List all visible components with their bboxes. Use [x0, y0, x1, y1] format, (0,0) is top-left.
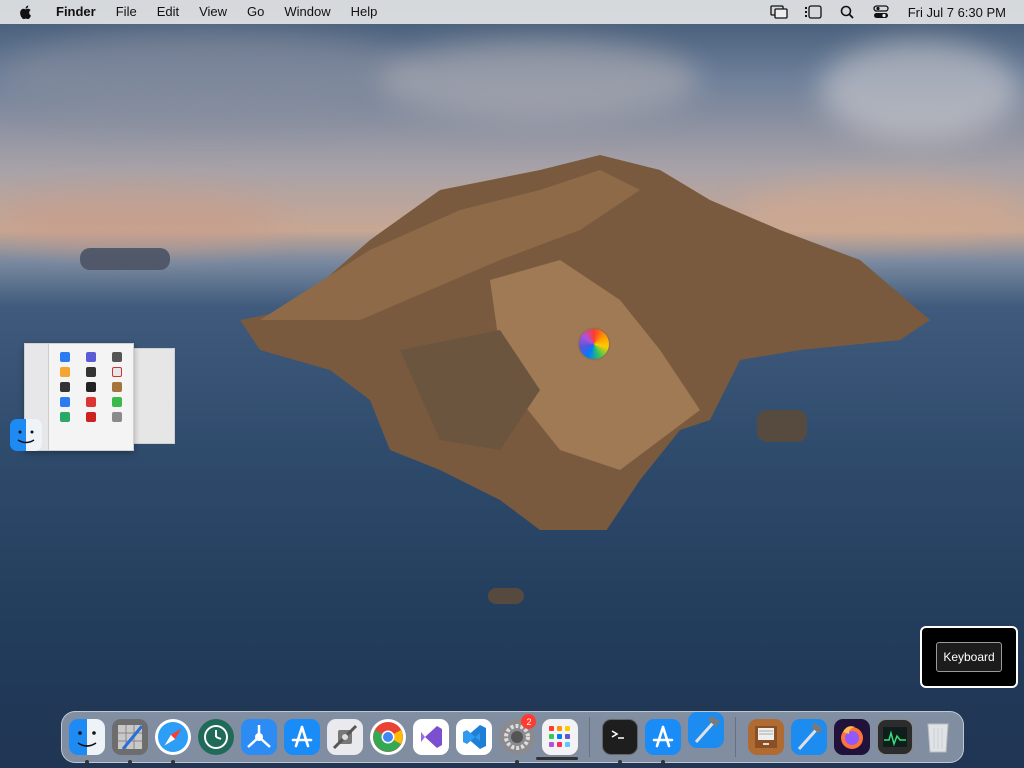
running-indicator — [660, 760, 665, 764]
app-store-icon — [284, 719, 321, 755]
activity-monitor-icon — [876, 719, 913, 755]
dock-app-store[interactable] — [281, 713, 324, 761]
dock-vscode[interactable] — [453, 713, 496, 761]
dock-xcode-2[interactable] — [787, 713, 830, 761]
script-editor-icon — [112, 719, 149, 755]
dock-trash[interactable] — [916, 713, 959, 761]
keyboard-overlay: Keyboard — [920, 626, 1018, 688]
running-indicator — [617, 760, 622, 764]
menu-go[interactable]: Go — [237, 0, 274, 24]
dock-safari[interactable] — [152, 713, 195, 764]
stage-manager-icon[interactable] — [802, 1, 824, 23]
menu-view[interactable]: View — [189, 0, 237, 24]
dock-script-editor[interactable] — [109, 713, 152, 764]
dock-system-information[interactable] — [324, 713, 367, 761]
control-center-icon[interactable] — [870, 1, 892, 23]
dock-app-store-2[interactable] — [641, 713, 684, 764]
finder-icon — [69, 719, 106, 755]
minimized-window-preview[interactable] — [10, 343, 175, 453]
dock-separator — [735, 717, 737, 757]
dock-xcode[interactable] — [684, 712, 727, 761]
dock-chrome[interactable] — [367, 713, 410, 761]
finder-icon — [10, 419, 42, 451]
running-indicator — [515, 760, 519, 764]
dock-visual-studio[interactable] — [410, 713, 453, 761]
system-info-chip-icon — [327, 719, 364, 755]
xcode-hammer-icon — [790, 719, 827, 755]
time-machine-clock-icon — [198, 719, 235, 755]
dock-firefox[interactable] — [830, 713, 873, 761]
menu-app-finder[interactable]: Finder — [46, 0, 106, 24]
keyboard-button[interactable]: Keyboard — [936, 642, 1002, 672]
firefox-icon — [833, 719, 870, 755]
dock-activity-monitor[interactable] — [873, 713, 916, 761]
dock-finder[interactable] — [66, 713, 109, 764]
menu-window[interactable]: Window — [274, 0, 340, 24]
dock-separator — [589, 717, 591, 757]
xcode-hammer-icon — [687, 712, 724, 748]
menu-help[interactable]: Help — [341, 0, 388, 24]
dock-archive-utility[interactable] — [744, 713, 787, 761]
terminal-icon — [601, 719, 638, 755]
cabinet-drawer-icon — [747, 719, 784, 755]
busy-spinner-icon — [579, 329, 609, 359]
menu-edit[interactable]: Edit — [147, 0, 189, 24]
menu-bar: Finder File Edit View Go Window Help Fri… — [0, 0, 1024, 24]
trash-icon — [920, 719, 956, 755]
network-icon — [241, 719, 278, 755]
apple-menu-icon[interactable] — [18, 4, 34, 20]
screen-mirroring-icon[interactable] — [768, 1, 790, 23]
vscode-icon — [456, 719, 493, 755]
spotlight-search-icon[interactable] — [836, 1, 858, 23]
dock-drag-indicator — [536, 757, 578, 760]
menu-file[interactable]: File — [106, 0, 147, 24]
dock-time-machine[interactable] — [195, 713, 238, 761]
menubar-clock[interactable]: Fri Jul 7 6:30 PM — [908, 5, 1006, 20]
visual-studio-icon — [413, 719, 450, 755]
thumbnail-app-grid — [55, 352, 127, 422]
notification-badge: 2 — [521, 714, 537, 729]
dock-system-preferences[interactable]: 2 — [496, 713, 539, 764]
safari-compass-icon — [155, 719, 192, 755]
launchpad-grid-icon — [541, 719, 578, 755]
chrome-icon — [370, 719, 407, 755]
dock-migration-assistant[interactable] — [238, 713, 281, 761]
dock-launchpad[interactable] — [538, 713, 581, 761]
dock-terminal[interactable] — [598, 713, 641, 764]
dock: 2 — [61, 711, 964, 764]
app-store-icon — [644, 719, 681, 755]
